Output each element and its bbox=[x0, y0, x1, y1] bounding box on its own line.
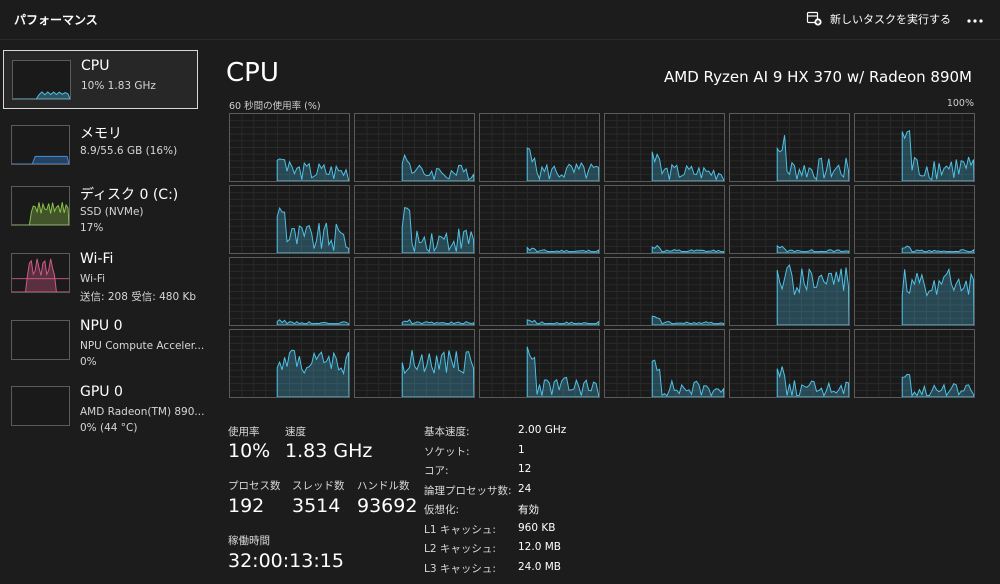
sidebar-item-detail: Wi-Fi bbox=[80, 273, 106, 285]
sidebar-item-detail: 8.9/55.6 GB (16%) bbox=[80, 145, 178, 157]
detail-key: L2 キャッシュ: bbox=[424, 543, 496, 555]
more-options-button[interactable] bbox=[962, 6, 988, 30]
sidebar-item-detail: SSD (NVMe) bbox=[80, 206, 144, 218]
threads-label: スレッド数 bbox=[292, 480, 345, 492]
title-bar: パフォーマンス 新しいタスクを実行する bbox=[0, 0, 1000, 40]
detail-key: 論理プロセッサ数: bbox=[424, 484, 512, 497]
sidebar-item-detail: 送信: 208 受信: 480 Kb bbox=[80, 291, 197, 303]
logical-processor-graph bbox=[854, 113, 975, 182]
run-new-task-button[interactable]: 新しいタスクを実行する bbox=[806, 7, 951, 31]
sidebar-item-name: CPU bbox=[81, 58, 110, 74]
logical-processor-graph bbox=[354, 113, 475, 182]
sidebar-graph-thumbnail bbox=[11, 125, 70, 165]
detail-value: 12.0 MB bbox=[518, 541, 561, 553]
graph-caption: 60 秒間の使用率 (%) bbox=[229, 101, 321, 112]
detail-key: 仮想化: bbox=[424, 504, 460, 516]
detail-value: 960 KB bbox=[518, 521, 556, 534]
logical-processor-graph bbox=[854, 185, 975, 254]
uptime-label: 稼働時間 bbox=[228, 535, 270, 547]
sidebar-graph-thumbnail bbox=[11, 186, 70, 226]
sidebar-item-name: ディスク 0 (C:) bbox=[80, 187, 179, 203]
detail-key: ソケット: bbox=[424, 445, 470, 458]
logical-processor-graph bbox=[229, 329, 350, 398]
logical-processor-graph bbox=[729, 329, 850, 398]
logical-processor-graph bbox=[229, 113, 350, 182]
logical-processor-graph bbox=[354, 185, 475, 254]
sidebar-item-cpu[interactable]: CPU 10% 1.83 GHz bbox=[3, 50, 198, 109]
sidebar-item-detail: 10% 1.83 GHz bbox=[81, 80, 156, 92]
sidebar-item-detail: 0% (44 °C) bbox=[80, 422, 138, 434]
logical-processor-graph bbox=[479, 185, 600, 254]
detail-key: コア: bbox=[424, 465, 449, 477]
sidebar-item-gpu-0[interactable]: GPU 0 AMD Radeon(TM) 890... 0% (44 °C) bbox=[3, 377, 204, 436]
logical-processor-graph bbox=[604, 185, 725, 254]
logical-processor-graph bbox=[479, 257, 600, 326]
speed-value: 1.83 GHz bbox=[285, 440, 373, 462]
sidebar-graph-thumbnail bbox=[11, 320, 70, 360]
detail-value: 24.0 MB bbox=[518, 560, 561, 573]
detail-key: L1 キャッシュ: bbox=[424, 523, 496, 536]
sidebar-item-name: GPU 0 bbox=[80, 384, 123, 400]
detail-value: 有効 bbox=[518, 504, 539, 516]
sidebar-graph-thumbnail bbox=[11, 253, 70, 293]
logical-processor-graph bbox=[229, 185, 350, 254]
sidebar-item-detail: AMD Radeon(TM) 890... bbox=[80, 406, 205, 418]
logical-processor-graph bbox=[854, 257, 975, 326]
processes-label: プロセス数 bbox=[228, 480, 281, 492]
sidebar-item-0-c[interactable]: ディスク 0 (C:) SSD (NVMe) 17% bbox=[3, 177, 198, 236]
threads-value: 3514 bbox=[292, 495, 341, 517]
sidebar-item-[interactable]: メモリ 8.9/55.6 GB (16%) bbox=[3, 116, 198, 175]
logical-processor-graph bbox=[479, 113, 600, 182]
detail-value: 12 bbox=[518, 463, 532, 475]
detail-key: 基本速度: bbox=[424, 426, 470, 438]
cpu-stats: 使用率 10% 速度 1.83 GHz プロセス数 192 スレッド数 3514… bbox=[228, 424, 988, 584]
cpu-model-name: AMD Ryzen AI 9 HX 370 w/ Radeon 890M bbox=[663, 68, 972, 86]
utilization-value: 10% bbox=[228, 440, 271, 462]
sidebar-item-detail: NPU Compute Acceler... bbox=[80, 340, 205, 352]
sidebar-item-npu-0[interactable]: NPU 0 NPU Compute Acceler... 0% bbox=[3, 311, 204, 370]
logical-processor-graph bbox=[729, 113, 850, 182]
sidebar-item-name: メモリ bbox=[80, 126, 122, 142]
page-title: パフォーマンス bbox=[14, 13, 98, 27]
cpu-detail-panel: CPU AMD Ryzen AI 9 HX 370 w/ Radeon 890M… bbox=[212, 44, 1000, 584]
uptime-value: 32:00:13:15 bbox=[228, 550, 344, 572]
logical-processor-graph bbox=[604, 329, 725, 398]
detail-key: L3 キャッシュ: bbox=[424, 562, 496, 575]
speed-label: 速度 bbox=[285, 426, 306, 438]
sidebar-item-detail: 0% bbox=[80, 356, 97, 368]
logical-processor-graph bbox=[354, 329, 475, 398]
logical-processor-graph bbox=[729, 185, 850, 254]
detail-value: 2.00 GHz bbox=[518, 424, 567, 436]
sidebar-item-wi-fi[interactable]: Wi-Fi Wi-Fi 送信: 208 受信: 480 Kb bbox=[3, 244, 198, 303]
sidebar-graph-thumbnail bbox=[12, 60, 71, 100]
sidebar-item-name: Wi-Fi bbox=[80, 251, 114, 267]
resource-title: CPU bbox=[226, 58, 279, 88]
logical-processor-graph bbox=[229, 257, 350, 326]
logical-processor-graph bbox=[854, 329, 975, 398]
handles-label: ハンドル数 bbox=[357, 480, 410, 492]
sidebar-graph-thumbnail bbox=[11, 386, 70, 426]
utilization-label: 使用率 bbox=[228, 426, 260, 438]
logical-processor-graph bbox=[604, 113, 725, 182]
logical-processor-graphs bbox=[229, 113, 975, 400]
sidebar-item-name: NPU 0 bbox=[80, 318, 123, 334]
logical-processor-graph bbox=[729, 257, 850, 326]
detail-value: 24 bbox=[518, 482, 532, 495]
new-task-icon bbox=[806, 10, 822, 29]
logical-processor-graph bbox=[354, 257, 475, 326]
resource-sidebar: CPU 10% 1.83 GHz メモリ 8.9/55.6 GB (16%) ディスク … bbox=[0, 44, 212, 584]
processes-value: 192 bbox=[228, 495, 265, 517]
detail-value: 1 bbox=[518, 443, 525, 456]
logical-processor-graph bbox=[604, 257, 725, 326]
more-options-icon bbox=[966, 9, 984, 28]
sidebar-item-detail: 17% bbox=[80, 222, 104, 234]
graph-max-label: 100% bbox=[946, 98, 974, 109]
handles-value: 93692 bbox=[357, 495, 418, 517]
logical-processor-graph bbox=[479, 329, 600, 398]
run-new-task-label: 新しいタスクを実行する bbox=[830, 13, 951, 26]
